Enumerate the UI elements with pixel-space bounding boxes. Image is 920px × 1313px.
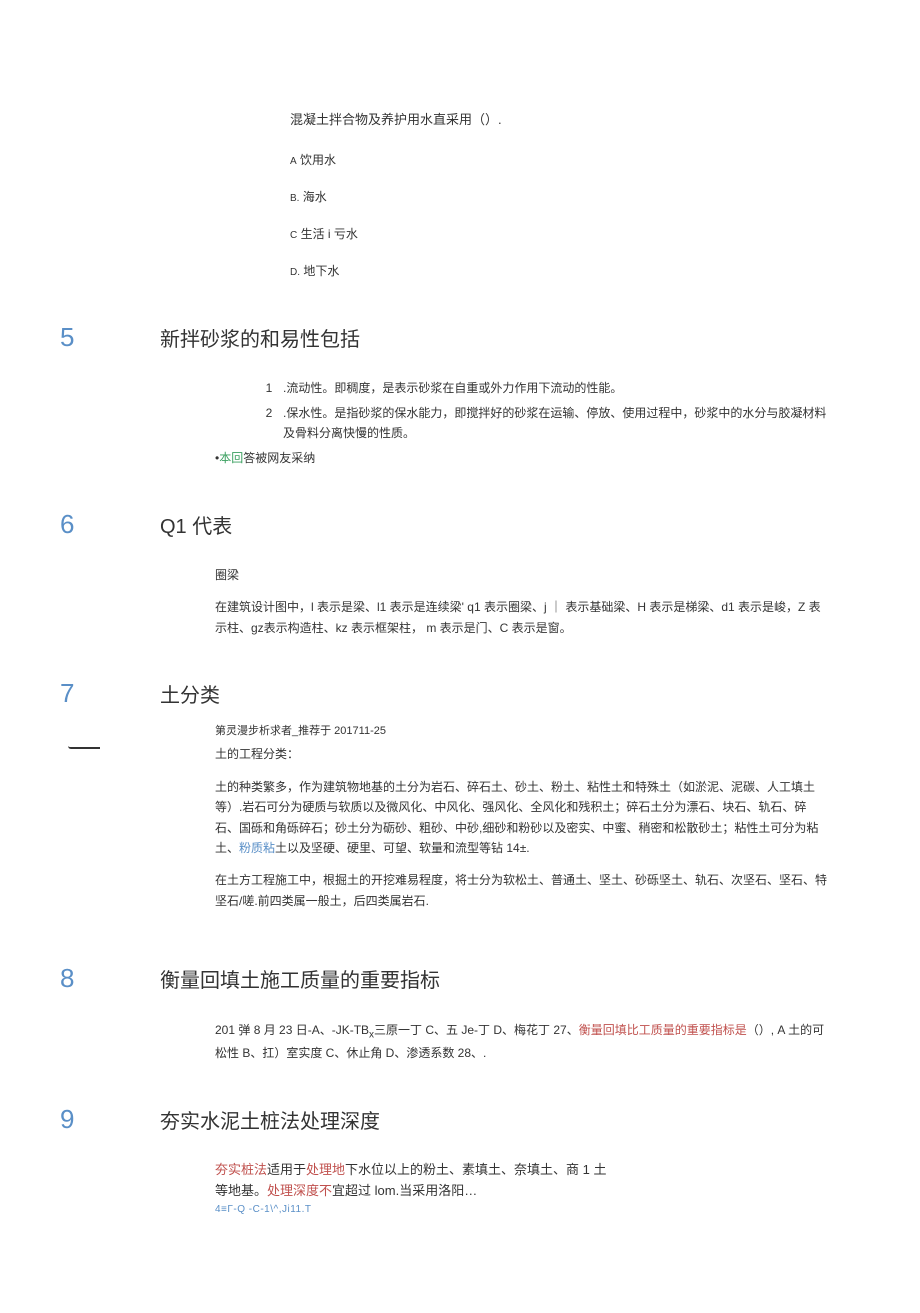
option-b: B. 海水 xyxy=(290,188,860,207)
section-9-line1: 夯实桩法适用于处理地下水位以上的粉土、素填土、奈填土、商 1 土 xyxy=(215,1160,830,1181)
section-7-flex: 第灵漫步析求者_推荐于 201711-25 土的工程分类： 土的种类繁多，作为建… xyxy=(60,723,860,923)
s9-t3: 等地基。 xyxy=(215,1183,267,1198)
section-8-title: 衡量回填土施工质量的重要指标 xyxy=(160,965,440,997)
list-item-1-text: .流动性。即稠度，是表示砂浆在自重或外力作用下流动的性能。 xyxy=(283,378,830,398)
option-a-text: 饮用水 xyxy=(300,153,336,167)
section-9-title: 夯实水泥土桩法处理深度 xyxy=(160,1106,380,1138)
checkmark-icon xyxy=(60,723,160,923)
list-item-2: 2 .保水性。是指砂浆的保水能力，即搅拌好的砂浆在运输、停放、使用过程中，砂浆中… xyxy=(255,403,830,444)
s9-t2: 下水位以上的粉土、素填土、奈填土、商 1 土 xyxy=(345,1162,606,1177)
section-5: 5 新拌砂浆的和易性包括 1 .流动性。即稠度，是表示砂浆在自重或外力作用下流动… xyxy=(60,317,860,469)
section-7-body: 第灵漫步析求者_推荐于 201711-25 土的工程分类： 土的种类繁多，作为建… xyxy=(215,723,830,923)
option-c-text: 生活 i 亏水 xyxy=(301,227,358,241)
s9-r3: 处理深度不 xyxy=(267,1183,332,1198)
section-7-line2: 土的种类繁多，作为建筑物地基的土分为岩石、碎石土、砂土、粉土、粘性土和特殊土（如… xyxy=(215,777,830,859)
section-5-header: 5 新拌砂浆的和易性包括 xyxy=(60,317,860,359)
list-item-2-text: .保水性。是指砂浆的保水能力，即搅拌好的砂浆在运输、停放、使用过程中，砂浆中的水… xyxy=(283,403,830,444)
s9-r1: 夯实桩法 xyxy=(215,1162,267,1177)
section-7-l2c: 土以及坚硬、硬里、可望、软量和流型等钻 14±. xyxy=(275,841,530,855)
note-rest: 答被网友采纳 xyxy=(243,451,315,465)
section-7-meta: 第灵漫步析求者_推荐于 201711-25 xyxy=(215,723,830,741)
section-9: 9 夯实水泥土桩法处理深度 夯实桩法适用于处理地下水位以上的粉土、素填土、奈填土… xyxy=(60,1099,860,1218)
section-5-title: 新拌砂浆的和易性包括 xyxy=(160,324,360,356)
s8-b: 三原一丁 C、五 Je-丁 D、梅花丁 27、 xyxy=(374,1023,579,1037)
list-item-1-num: 1 xyxy=(255,378,283,398)
section-8-number: 8 xyxy=(60,958,160,1000)
section-8-body: 201 弹 8 月 23 日-A、-JK-TBx三原一丁 C、五 Je-丁 D、… xyxy=(215,1020,830,1064)
section-8-header: 8 衡量回填土施工质量的重要指标 xyxy=(60,958,860,1000)
section-6-header: 6 Q1 代表 xyxy=(60,504,860,546)
section-9-number: 9 xyxy=(60,1099,160,1141)
section-6-body: 圈梁 在建筑设计图中，l 表示是梁、l1 表示是连续梁' q1 表示圈梁、j ｜… xyxy=(215,565,830,638)
section-7-link[interactable]: 粉质粘 xyxy=(239,841,275,855)
section-7-header: 7 土分类 xyxy=(60,673,860,715)
question-4-options: 混凝土拌合物及养护用水直采用（）. A 饮用水 B. 海水 C 生活 i 亏水 … xyxy=(290,110,860,282)
section-8: 8 衡量回填土施工质量的重要指标 201 弹 8 月 23 日-A、-JK-TB… xyxy=(60,958,860,1063)
section-7-title: 土分类 xyxy=(160,680,220,712)
section-9-meta: 4≡Γ-Q -C-1\^,Ji11.T xyxy=(215,1202,830,1218)
option-b-text: 海水 xyxy=(303,190,327,204)
section-9-line2: 等地基。处理深度不宜超过 lom.当采用洛阳… xyxy=(215,1181,830,1202)
section-9-header: 9 夯实水泥土桩法处理深度 xyxy=(60,1099,860,1141)
section-7-number: 7 xyxy=(60,673,160,715)
question-4-stem: 混凝土拌合物及养护用水直采用（）. xyxy=(290,110,860,131)
section-5-body: 1 .流动性。即稠度，是表示砂浆在自重或外力作用下流动的性能。 2 .保水性。是… xyxy=(255,378,830,468)
option-d-prefix: D. xyxy=(290,267,300,278)
section-5-note: •本回答被网友采纳 xyxy=(215,449,830,468)
section-8-para: 201 弹 8 月 23 日-A、-JK-TBx三原一丁 C、五 Je-丁 D、… xyxy=(215,1020,830,1064)
list-item-2-num: 2 xyxy=(255,403,283,444)
section-6-line1: 圈梁 xyxy=(215,565,830,585)
section-6: 6 Q1 代表 圈梁 在建筑设计图中，l 表示是梁、l1 表示是连续梁' q1 … xyxy=(60,504,860,639)
section-7-line1: 土的工程分类： xyxy=(215,744,830,764)
section-7-line3: 在土方工程施工中，根掘土的开挖难易程度，将士分为软松土、普通土、坚土、砂砾坚土、… xyxy=(215,870,830,911)
option-c: C 生活 i 亏水 xyxy=(290,225,860,244)
s8-red: 衡量回填比工质量的重要指标是 xyxy=(579,1023,747,1037)
s8-a: 201 弹 8 月 23 日-A、-JK-TB xyxy=(215,1023,369,1037)
section-6-line2: 在建筑设计图中，l 表示是梁、l1 表示是连续梁' q1 表示圈梁、j ｜ 表示… xyxy=(215,597,830,638)
s9-r2: 处理地 xyxy=(306,1162,345,1177)
option-d: D. 地下水 xyxy=(290,262,860,281)
section-7: 7 土分类 第灵漫步析求者_推荐于 201711-25 土的工程分类： 土的种类… xyxy=(60,673,860,923)
s9-t4: 宜超过 lom.当采用洛阳… xyxy=(332,1183,477,1198)
option-d-text: 地下水 xyxy=(303,264,339,278)
section-5-number: 5 xyxy=(60,317,160,359)
s9-t1: 适用于 xyxy=(267,1162,306,1177)
option-b-prefix: B. xyxy=(290,193,299,204)
section-6-number: 6 xyxy=(60,504,160,546)
list-item-1: 1 .流动性。即稠度，是表示砂浆在自重或外力作用下流动的性能。 xyxy=(255,378,830,398)
option-c-prefix: C xyxy=(290,230,297,241)
section-6-title: Q1 代表 xyxy=(160,511,232,543)
question-4-block: 混凝土拌合物及养护用水直采用（）. A 饮用水 B. 海水 C 生活 i 亏水 … xyxy=(60,110,860,282)
section-9-body: 夯实桩法适用于处理地下水位以上的粉土、素填土、奈填土、商 1 土 等地基。处理深… xyxy=(215,1160,830,1218)
option-a-prefix: A xyxy=(290,156,297,167)
option-a: A 饮用水 xyxy=(290,151,860,170)
note-green: 本回 xyxy=(219,451,243,465)
